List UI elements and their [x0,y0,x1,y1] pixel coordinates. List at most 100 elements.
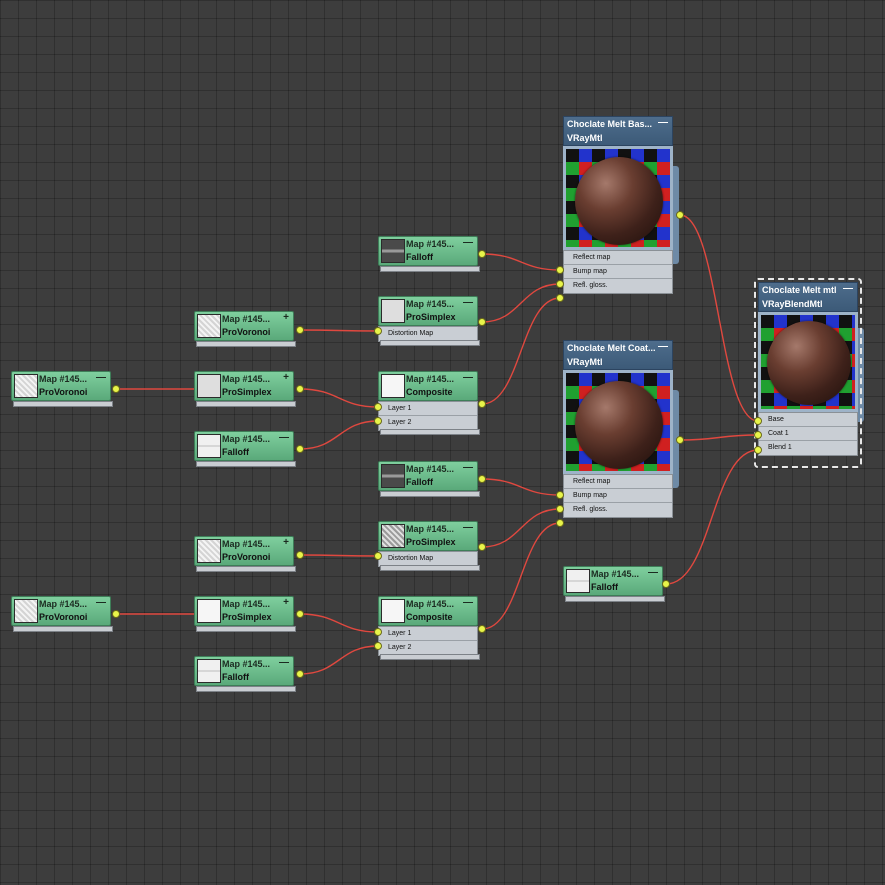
slot-blend-1[interactable]: Blend 1 [759,441,857,455]
falloff-map-node[interactable]: Map #145... Falloff — [378,461,480,497]
node-body[interactable]: Map #145... ProVoronoi — [11,371,111,401]
connection-wire[interactable] [481,478,561,496]
node-body[interactable]: Map #145... ProSimplex — [378,296,478,326]
slot-reflect-map[interactable]: Reflect map [564,475,672,489]
connection-port[interactable] [374,552,382,560]
node-body[interactable]: Map #145... ProSimplex + [194,596,294,626]
connection-wire[interactable] [481,297,561,405]
collapse-icon[interactable]: — [279,657,289,668]
slot-refl-gloss[interactable]: Refl. gloss. [564,279,672,293]
collapse-icon[interactable]: — [658,341,668,352]
prosimplex-layer-map-node[interactable]: Map #145... ProSimplex + [194,596,296,632]
slot-layer-2[interactable]: Layer 2 [379,641,477,655]
connection-port[interactable] [556,294,564,302]
connection-port[interactable] [296,445,304,453]
connection-port[interactable] [662,580,670,588]
connection-port[interactable] [478,543,486,551]
connection-port[interactable] [296,551,304,559]
provoronoi-source-map-node[interactable]: Map #145... ProVoronoi — [11,371,113,407]
falloff-blend-map-node[interactable]: Map #145... Falloff — [563,566,665,602]
collapse-icon[interactable]: — [648,567,658,578]
connection-port[interactable] [478,400,486,408]
slot-bump-map[interactable]: Bump map [564,489,672,503]
node-body[interactable]: Map #145... Falloff — [378,236,478,266]
connection-wire[interactable] [299,554,379,557]
node-body[interactable]: Map #145... ProSimplex — [378,521,478,551]
node-body[interactable]: Map #145... Falloff — [563,566,663,596]
connection-wire[interactable] [299,329,379,332]
provoronoi-map-node[interactable]: Map #145... ProVoronoi + [194,311,296,347]
connection-port[interactable] [556,505,564,513]
node-body[interactable]: Map #145... Composite — [378,371,478,401]
connection-port[interactable] [112,610,120,618]
collapse-icon[interactable]: — [463,462,473,473]
node-body[interactable]: Map #145... ProSimplex + [194,371,294,401]
connection-wire[interactable] [481,283,561,323]
node-body[interactable]: Map #145... Falloff — [194,656,294,686]
node-body[interactable]: Map #145... Falloff — [194,431,294,461]
prosimplex-layer-map-node[interactable]: Map #145... ProSimplex + [194,371,296,407]
base-material-node[interactable]: Choclate Melt Bas... VRayMtl — Reflect m… [563,116,673,294]
connection-port[interactable] [478,625,486,633]
connection-port[interactable] [296,610,304,618]
collapse-icon[interactable]: — [463,597,473,608]
connection-port[interactable] [556,280,564,288]
connection-port[interactable] [676,211,684,219]
slot-coat-1[interactable]: Coat 1 [759,427,857,441]
connection-port[interactable] [676,436,684,444]
connection-port[interactable] [374,417,382,425]
connection-port[interactable] [374,327,382,335]
connection-wire[interactable] [299,613,379,633]
connection-port[interactable] [296,670,304,678]
collapse-icon[interactable]: — [463,522,473,533]
slot-layer-2[interactable]: Layer 2 [379,416,477,430]
falloff-layer-map-node[interactable]: Map #145... Falloff — [194,431,296,467]
connection-wire[interactable] [481,522,561,630]
connection-port[interactable] [478,475,486,483]
connection-port[interactable] [754,417,762,425]
connection-wire[interactable] [299,420,379,450]
collapse-icon[interactable]: — [658,117,668,128]
slot-distortion-map[interactable]: Distortion Map [379,552,477,566]
expand-icon[interactable]: + [283,312,289,323]
connection-wire[interactable] [481,253,561,271]
collapse-icon[interactable]: — [463,237,473,248]
connection-wire[interactable] [299,388,379,408]
base-material-header[interactable]: Choclate Melt Bas... VRayMtl — [563,116,673,146]
connection-wire[interactable] [481,508,561,548]
connection-port[interactable] [374,403,382,411]
slot-base[interactable]: Base [759,413,857,427]
slot-distortion-map[interactable]: Distortion Map [379,327,477,341]
composite-map-node[interactable]: Map #145... Composite — Layer 1 Layer 2 [378,371,480,437]
connection-port[interactable] [374,628,382,636]
connection-port[interactable] [296,385,304,393]
slot-layer-1[interactable]: Layer 1 [379,627,477,641]
prosimplex-map-node[interactable]: Map #145... ProSimplex — Distortion Map [378,521,480,573]
expand-icon[interactable]: + [283,372,289,383]
prosimplex-map-node[interactable]: Map #145... ProSimplex — Distortion Map [378,296,480,348]
expand-icon[interactable]: + [283,597,289,608]
connection-port[interactable] [556,266,564,274]
slot-refl-gloss[interactable]: Refl. gloss. [564,503,672,517]
node-body[interactable]: Map #145... Falloff — [378,461,478,491]
slot-layer-1[interactable]: Layer 1 [379,402,477,416]
coat-material-node[interactable]: Choclate Melt Coat... VRayMtl — Reflect … [563,340,673,518]
provoronoi-source-map-node[interactable]: Map #145... ProVoronoi — [11,596,113,632]
falloff-layer-map-node[interactable]: Map #145... Falloff — [194,656,296,692]
slot-reflect-map[interactable]: Reflect map [564,251,672,265]
blend-material-header[interactable]: Choclate Melt mtl VRayBlendMtl — [758,282,858,312]
connection-port[interactable] [374,642,382,650]
expand-icon[interactable]: + [283,537,289,548]
collapse-icon[interactable]: — [843,283,853,294]
node-body[interactable]: Map #145... ProVoronoi — [11,596,111,626]
blend-material-node[interactable]: Choclate Melt mtl VRayBlendMtl — Base Co… [758,282,858,456]
connection-port[interactable] [556,519,564,527]
collapse-icon[interactable]: — [279,432,289,443]
connection-wire[interactable] [665,449,759,585]
collapse-icon[interactable]: — [463,297,473,308]
falloff-map-node[interactable]: Map #145... Falloff — [378,236,480,272]
collapse-icon[interactable]: — [96,372,106,383]
connection-port[interactable] [112,385,120,393]
provoronoi-map-node[interactable]: Map #145... ProVoronoi + [194,536,296,572]
collapse-icon[interactable]: — [463,372,473,383]
